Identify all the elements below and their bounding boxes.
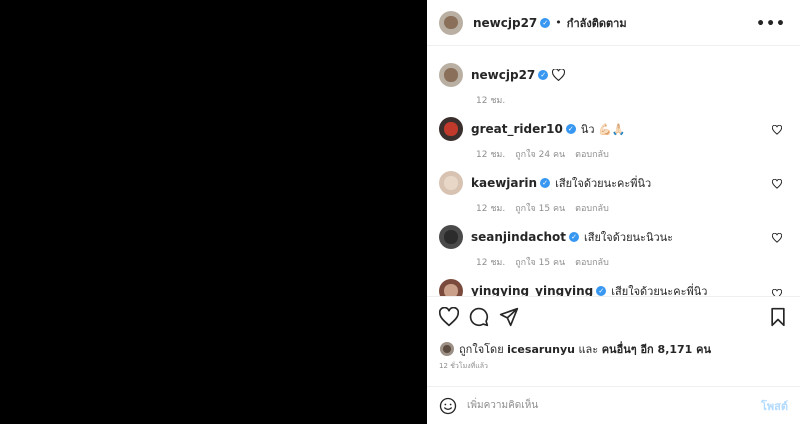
- verified-icon: ✓: [538, 70, 549, 80]
- verified-icon: ✓: [565, 124, 576, 134]
- comment-item: great_rider10 ✓ นิว 💪🏻🙏🏻 12 ชม. ถูกใจ 24…: [439, 117, 788, 161]
- comment-item: kaewjarin ✓ เสียใจด้วยนะคะพี่นิว 12 ชม. …: [439, 171, 788, 215]
- reply-button[interactable]: ตอบกลับ: [575, 201, 609, 215]
- likes-others-link[interactable]: คนอื่นๆ อีก 8,171 คน: [602, 340, 711, 358]
- post-viewer: newcjp27 ✓ • กำลังติดตาม ••• newcjp27 ✓: [0, 0, 800, 424]
- likes-summary: ถูกใจโดย icesarunyu และ คนอื่นๆ อีก 8,17…: [440, 340, 711, 358]
- post-timestamp[interactable]: 12 ชั่วโมงที่แล้ว: [439, 361, 488, 372]
- comment-text: เสียใจด้วยนะคะพี่นิว: [555, 177, 652, 190]
- comment-input[interactable]: เพิ่มความคิดเห็น: [467, 398, 538, 413]
- post-actions: ถูกใจโดย icesarunyu และ คนอื่นๆ อีก 8,17…: [427, 296, 800, 386]
- separator-dot: •: [555, 16, 562, 29]
- share-send-icon[interactable]: [499, 307, 519, 327]
- author-username[interactable]: newcjp27: [473, 16, 537, 30]
- commenter-avatar[interactable]: [439, 279, 463, 296]
- comment-likes[interactable]: ถูกใจ 15 คน: [515, 255, 565, 269]
- reply-button[interactable]: ตอบกลับ: [575, 255, 609, 269]
- liker-avatar[interactable]: [440, 342, 454, 356]
- comment-username[interactable]: seanjindachot: [471, 230, 566, 244]
- reply-button[interactable]: ตอบกลับ: [575, 147, 609, 161]
- caption-row: newcjp27 ✓ 12 ชม.: [439, 63, 788, 107]
- post-image[interactable]: [0, 0, 427, 424]
- emoji-icon[interactable]: [439, 397, 457, 415]
- comment-username[interactable]: kaewjarin: [471, 176, 537, 190]
- save-bookmark-icon[interactable]: [768, 307, 788, 327]
- post-comment-button[interactable]: โพสต์: [761, 397, 788, 415]
- caption-time: 12 ชม.: [476, 96, 506, 106]
- like-comment-icon[interactable]: [772, 125, 782, 135]
- comment-text: นิว 💪🏻🙏🏻: [580, 123, 626, 136]
- comment-text: เสียใจด้วยนะนิวนะ: [584, 231, 674, 244]
- verified-icon: ✓: [569, 232, 580, 242]
- following-status-button[interactable]: กำลังติดตาม: [567, 14, 627, 32]
- comment-likes[interactable]: ถูกใจ 15 คน: [515, 201, 565, 215]
- post-side-panel: newcjp27 ✓ • กำลังติดตาม ••• newcjp27 ✓: [427, 0, 800, 424]
- comment-likes[interactable]: ถูกใจ 24 คน: [515, 147, 565, 161]
- comment-item: seanjindachot ✓ เสียใจด้วยนะนิวนะ 12 ชม.…: [439, 225, 788, 269]
- add-comment-bar: เพิ่มความคิดเห็น โพสต์: [427, 386, 800, 424]
- post-header: newcjp27 ✓ • กำลังติดตาม •••: [427, 0, 800, 46]
- more-options-icon[interactable]: •••: [756, 16, 786, 32]
- verified-icon: ✓: [540, 178, 551, 188]
- verified-icon: ✓: [596, 286, 607, 296]
- comment-username[interactable]: great_rider10: [471, 122, 563, 136]
- comment-bubble-icon[interactable]: [469, 307, 489, 327]
- author-avatar[interactable]: [439, 10, 463, 35]
- like-comment-icon[interactable]: [772, 233, 782, 243]
- like-heart-icon[interactable]: [439, 307, 459, 327]
- comment-time: 12 ชม.: [476, 204, 506, 214]
- caption-username[interactable]: newcjp27: [471, 68, 535, 82]
- comment-time: 12 ชม.: [476, 150, 506, 160]
- verified-icon: ✓: [540, 17, 551, 28]
- like-comment-icon[interactable]: [772, 289, 782, 296]
- comments-list[interactable]: newcjp27 ✓ 12 ชม. great_rider10 ✓ นิว 💪🏻…: [427, 46, 800, 296]
- heart-outline-icon: [552, 69, 566, 81]
- comment-item: yingying_yingying ✓ เสียใจด้วยนะคะพี่นิว: [439, 279, 788, 296]
- comment-time: 12 ชม.: [476, 258, 506, 268]
- liker-username[interactable]: icesarunyu: [507, 343, 575, 356]
- commenter-avatar[interactable]: [439, 225, 463, 249]
- comment-text: เสียใจด้วยนะคะพี่นิว: [611, 285, 708, 296]
- likes-and: และ: [578, 343, 599, 356]
- like-comment-icon[interactable]: [772, 179, 782, 189]
- caption-avatar[interactable]: [439, 63, 463, 87]
- comment-username[interactable]: yingying_yingying: [471, 284, 593, 296]
- likes-prefix: ถูกใจโดย: [459, 343, 504, 356]
- commenter-avatar[interactable]: [439, 171, 463, 195]
- commenter-avatar[interactable]: [439, 117, 463, 141]
